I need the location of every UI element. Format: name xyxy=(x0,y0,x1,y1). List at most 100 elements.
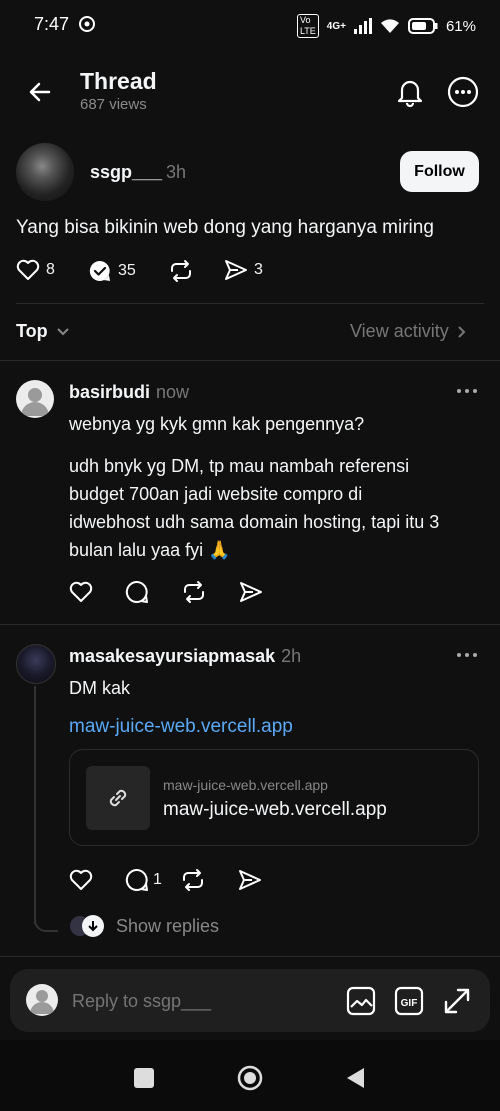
post-text: Yang bisa bikinin web dong yang harganya… xyxy=(16,217,434,238)
comment-username[interactable]: basirbudi xyxy=(69,382,150,403)
send-icon xyxy=(225,260,247,280)
wifi-icon xyxy=(380,19,399,33)
chevron-down-icon xyxy=(56,327,69,335)
comment-text: DM kak xyxy=(69,678,131,698)
thread-line xyxy=(34,686,36,924)
arrow-down-icon xyxy=(88,921,98,932)
post-author-avatar[interactable] xyxy=(16,143,74,201)
comment-text-block: udh bnyk yg DM, tp mau nambah referensi … xyxy=(69,452,489,564)
svg-text:GIF: GIF xyxy=(401,998,418,1009)
signal-icon xyxy=(353,18,372,34)
arrow-down-badge xyxy=(82,915,104,937)
comment-username[interactable]: masakesayursiapmasak xyxy=(69,646,275,667)
sort-dropdown[interactable]: Top xyxy=(16,321,70,342)
divider xyxy=(0,360,500,361)
system-nav-bar xyxy=(0,1040,500,1111)
more-dots-icon xyxy=(457,653,477,657)
divider xyxy=(0,956,500,957)
comment-timestamp: now xyxy=(156,382,190,402)
status-time: 7:47 xyxy=(34,14,70,34)
link-icon xyxy=(109,789,127,807)
comment-avatar[interactable] xyxy=(16,380,54,418)
comment-actions xyxy=(69,580,263,604)
default-avatar-icon xyxy=(30,990,54,1014)
back-arrow-icon xyxy=(29,82,51,102)
comment-reply-count: 1 xyxy=(153,871,162,888)
comment-reply-button[interactable]: 1 xyxy=(125,868,162,892)
network-label: 4G+ xyxy=(326,20,346,32)
link-preview-card[interactable]: maw-juice-web.vercell.app maw-juice-web.… xyxy=(69,749,479,846)
user-avatar xyxy=(26,984,58,1016)
share-button[interactable]: 3 xyxy=(224,259,263,281)
more-options-button[interactable] xyxy=(444,73,482,111)
bell-icon xyxy=(397,80,423,107)
default-avatar-icon xyxy=(21,388,49,416)
heart-icon xyxy=(16,259,40,280)
more-circle-icon xyxy=(447,76,479,108)
follow-button[interactable]: Follow xyxy=(400,151,479,192)
comment-timestamp: 2h xyxy=(281,646,302,666)
comment-header: basirbudi now xyxy=(69,382,189,403)
expand-icon[interactable] xyxy=(442,986,472,1016)
link-thumbnail xyxy=(86,766,150,830)
comment-line: bulan lalu yaa fyi 🙏 xyxy=(69,540,231,560)
view-activity-link[interactable]: View activity xyxy=(350,321,467,342)
repost-icon[interactable] xyxy=(181,580,207,604)
comment-bubble-icon xyxy=(125,868,148,891)
reply-input[interactable] xyxy=(70,984,324,1018)
battery-icon xyxy=(407,18,438,34)
like-count: 8 xyxy=(46,261,55,278)
show-replies-label: Show replies xyxy=(116,915,220,936)
comment-more-button[interactable] xyxy=(452,644,482,666)
notifications-button[interactable] xyxy=(392,74,428,110)
volte-icon: Vo LTE xyxy=(296,14,319,38)
thread-line-curve xyxy=(34,912,58,932)
divider xyxy=(16,303,484,304)
link-title: maw-juice-web.vercell.app xyxy=(163,799,387,820)
send-icon[interactable] xyxy=(238,869,262,891)
threads-status-icon xyxy=(79,16,95,32)
reply-count: 35 xyxy=(118,262,136,279)
send-icon[interactable] xyxy=(239,581,263,603)
comment-actions: 1 xyxy=(69,868,262,892)
recents-button[interactable] xyxy=(134,1068,154,1088)
comment-bubble-icon[interactable] xyxy=(125,580,149,604)
status-icons: Vo LTE 4G+ 61% xyxy=(296,14,476,38)
comment-more-button[interactable] xyxy=(452,380,482,402)
back-button[interactable] xyxy=(22,74,58,110)
reply-avatars xyxy=(70,915,104,937)
view-count: 687 views xyxy=(80,96,147,113)
repost-button[interactable] xyxy=(168,259,194,283)
comment-header: masakesayursiapmasak 2h xyxy=(69,646,301,667)
reply-button[interactable]: 35 xyxy=(88,259,136,283)
comment-link[interactable]: maw-juice-web.vercell.app xyxy=(69,716,293,738)
battery-percent: 61% xyxy=(445,17,476,35)
show-replies-button[interactable]: Show replies xyxy=(70,915,219,937)
comment-line: idwebhost udh sama domain hosting, tapi … xyxy=(69,512,440,532)
chevron-right-icon xyxy=(457,325,466,338)
link-domain: maw-juice-web.vercell.app xyxy=(163,777,328,793)
comment-line: budget 700an jadi website compro di xyxy=(69,484,363,504)
sort-label: Top xyxy=(16,321,48,341)
more-dots-icon xyxy=(457,389,477,393)
comment-avatar[interactable] xyxy=(16,644,56,684)
image-attach-icon[interactable] xyxy=(346,986,376,1016)
home-button[interactable] xyxy=(236,1064,264,1092)
page-title: Thread xyxy=(80,68,157,94)
back-nav-button[interactable] xyxy=(344,1066,366,1090)
share-count: 3 xyxy=(254,261,263,278)
comment-text: webnya yg kyk gmn kak pengennya? xyxy=(69,414,365,434)
gif-icon[interactable]: GIF xyxy=(394,986,424,1016)
heart-icon[interactable] xyxy=(69,581,93,603)
post-author-username[interactable]: ssgp___ xyxy=(90,162,162,183)
repost-icon xyxy=(171,260,191,282)
divider xyxy=(0,624,500,625)
view-activity-label: View activity xyxy=(350,321,449,341)
heart-icon[interactable] xyxy=(69,869,93,891)
comment-line: udh bnyk yg DM, tp mau nambah referensi xyxy=(69,456,410,476)
reply-bar: GIF xyxy=(10,969,490,1032)
like-button[interactable]: 8 xyxy=(16,259,55,281)
repost-icon[interactable] xyxy=(180,868,206,892)
post-timestamp: 3h xyxy=(166,162,187,182)
status-bar: 7:47 Vo LTE 4G+ 61% xyxy=(0,0,500,48)
